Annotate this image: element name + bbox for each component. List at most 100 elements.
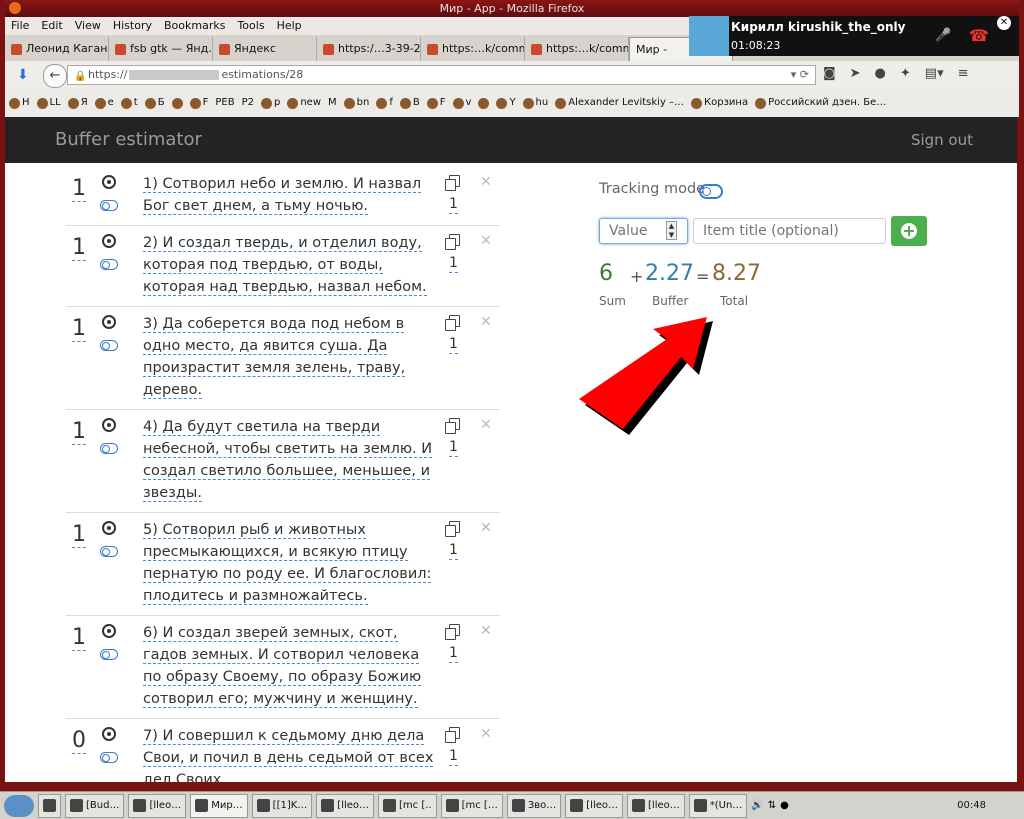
- bookmark-item[interactable]: Y: [496, 89, 516, 117]
- copy-icon[interactable]: [445, 175, 460, 191]
- copy-icon[interactable]: [445, 418, 460, 434]
- toggle-icon[interactable]: [100, 259, 118, 270]
- bookmark-item[interactable]: t: [120, 89, 138, 117]
- bookmark-item[interactable]: LL: [36, 89, 61, 117]
- bookmark-item[interactable]: Н: [9, 89, 30, 117]
- copy-icon[interactable]: [445, 624, 460, 640]
- hamburger-menu-icon[interactable]: ≡: [958, 66, 969, 81]
- bookmark-item[interactable]: F: [189, 89, 208, 117]
- send-icon[interactable]: ➤: [850, 66, 861, 81]
- target-icon[interactable]: [102, 418, 116, 432]
- microphone-icon[interactable]: 🎤: [935, 28, 951, 43]
- item-title-input[interactable]: [693, 218, 886, 244]
- item-count[interactable]: 0: [72, 729, 86, 754]
- bookmark-item[interactable]: v: [452, 89, 471, 117]
- browser-tab[interactable]: https:…k/comm: [525, 37, 629, 61]
- clipboard-icon[interactable]: ▤▾: [925, 66, 944, 81]
- show-desktop-button[interactable]: [38, 793, 61, 818]
- item-multiplier[interactable]: 1: [449, 644, 458, 663]
- item-count[interactable]: 1: [72, 523, 86, 548]
- taskbar-item[interactable]: [lleo…: [316, 793, 375, 818]
- close-icon[interactable]: ✕: [480, 314, 492, 330]
- item-multiplier[interactable]: 1: [449, 438, 458, 457]
- taskbar-item[interactable]: [Bud…: [65, 793, 125, 818]
- item-multiplier[interactable]: 1: [449, 335, 458, 354]
- taskbar-item[interactable]: [mc [..: [378, 793, 437, 818]
- close-icon[interactable]: ✕: [480, 417, 492, 433]
- taskbar-item[interactable]: [lleo…: [565, 793, 624, 818]
- close-icon[interactable]: ✕: [997, 16, 1011, 30]
- taskbar-item[interactable]: [lleo…: [627, 793, 685, 818]
- bookmark-item[interactable]: new: [287, 89, 321, 117]
- item-text[interactable]: 1) Сотворил небо и землю. И назвал Бог с…: [143, 173, 441, 217]
- toggle-icon[interactable]: [100, 649, 118, 660]
- bookmark-item[interactable]: Б: [144, 89, 165, 117]
- bookmark-item[interactable]: hu: [522, 89, 548, 117]
- value-spinner[interactable]: ▲ ▼: [666, 221, 677, 240]
- bookmark-item[interactable]: bn: [343, 89, 369, 117]
- close-icon[interactable]: ✕: [480, 726, 492, 742]
- bookmark-item[interactable]: [171, 89, 183, 117]
- bookmark-item[interactable]: Alexander Levitskiy –…: [555, 89, 684, 117]
- menu-edit[interactable]: Edit: [41, 17, 62, 35]
- bookmark-item[interactable]: Я: [67, 89, 88, 117]
- bookmark-item[interactable]: f: [376, 89, 393, 117]
- browser-tab[interactable]: https:/…3-39-28: [317, 37, 421, 61]
- copy-icon[interactable]: [445, 521, 460, 537]
- browser-tab[interactable]: https:…k/comm: [421, 37, 525, 61]
- copy-icon[interactable]: [445, 727, 460, 743]
- add-item-button[interactable]: [891, 216, 927, 246]
- bookmark-item[interactable]: M: [328, 89, 337, 117]
- target-icon[interactable]: [102, 175, 116, 189]
- pocket-icon[interactable]: ◙: [823, 66, 836, 81]
- browser-tab[interactable]: Леонид Каган…: [5, 37, 109, 61]
- bookmark-item[interactable]: B: [399, 89, 420, 117]
- browser-tab[interactable]: Яндекс: [213, 37, 317, 61]
- volume-icon[interactable]: 🔊: [751, 800, 763, 811]
- toggle-icon[interactable]: [100, 340, 118, 351]
- bookmark-item[interactable]: e: [94, 89, 114, 117]
- toggle-icon[interactable]: [100, 546, 118, 557]
- reload-icon[interactable]: ▾ ⟳: [791, 66, 809, 84]
- bookmark-item[interactable]: Российский дзен. Бе…: [755, 89, 886, 117]
- call-notification[interactable]: Кирилл kirushik_the_only 01:08:23 🎤 ☎ ✕: [689, 16, 1019, 56]
- taskbar-item[interactable]: [[1]K…: [251, 793, 313, 818]
- toggle-icon[interactable]: [100, 443, 118, 454]
- chat-icon[interactable]: ●: [875, 66, 886, 81]
- menu-tools[interactable]: Tools: [237, 17, 264, 35]
- bookmark-item[interactable]: p: [260, 89, 280, 117]
- item-text[interactable]: 2) И создал твердь, и отделил воду, кото…: [143, 232, 441, 298]
- item-text[interactable]: 3) Да соберется вода под небом в одно ме…: [143, 313, 441, 401]
- item-count[interactable]: 1: [72, 236, 86, 261]
- bookmark-item[interactable]: F: [426, 89, 446, 117]
- item-multiplier[interactable]: 1: [449, 195, 458, 214]
- browser-tab[interactable]: fsb gtk — Янд…: [109, 37, 213, 61]
- tracking-mode-toggle[interactable]: [699, 184, 723, 199]
- item-text[interactable]: 7) И совершил к седьмому дню дела Свои, …: [143, 725, 441, 782]
- bookmark-item[interactable]: P2: [242, 89, 254, 117]
- download-icon[interactable]: ⬇: [17, 67, 29, 83]
- tray-icon[interactable]: ●: [780, 800, 789, 811]
- item-text[interactable]: 6) И создал зверей земных, скот, гадов з…: [143, 622, 441, 710]
- item-count[interactable]: 1: [72, 317, 86, 342]
- item-multiplier[interactable]: 1: [449, 254, 458, 273]
- start-menu-button[interactable]: [4, 794, 34, 817]
- target-icon[interactable]: [102, 521, 116, 535]
- copy-icon[interactable]: [445, 234, 460, 250]
- target-icon[interactable]: [102, 727, 116, 741]
- toggle-icon[interactable]: [100, 200, 118, 211]
- taskbar-item[interactable]: *(Un…: [688, 793, 748, 818]
- taskbar-item[interactable]: [lleo…: [128, 793, 187, 818]
- close-icon[interactable]: ✕: [480, 174, 492, 190]
- menu-view[interactable]: View: [75, 17, 101, 35]
- target-icon[interactable]: [102, 234, 116, 248]
- url-bar[interactable]: 🔒 https:// estimations/28 ▾ ⟳: [67, 65, 816, 85]
- item-multiplier[interactable]: 1: [449, 541, 458, 560]
- item-count[interactable]: 1: [72, 626, 86, 651]
- bookmark-item[interactable]: PEB: [215, 89, 234, 117]
- menu-file[interactable]: File: [11, 17, 29, 35]
- menu-history[interactable]: History: [113, 17, 152, 35]
- back-button[interactable]: ←: [43, 64, 67, 88]
- item-multiplier[interactable]: 1: [449, 747, 458, 766]
- item-text[interactable]: 5) Сотворил рыб и животных пресмыкающихс…: [143, 519, 441, 607]
